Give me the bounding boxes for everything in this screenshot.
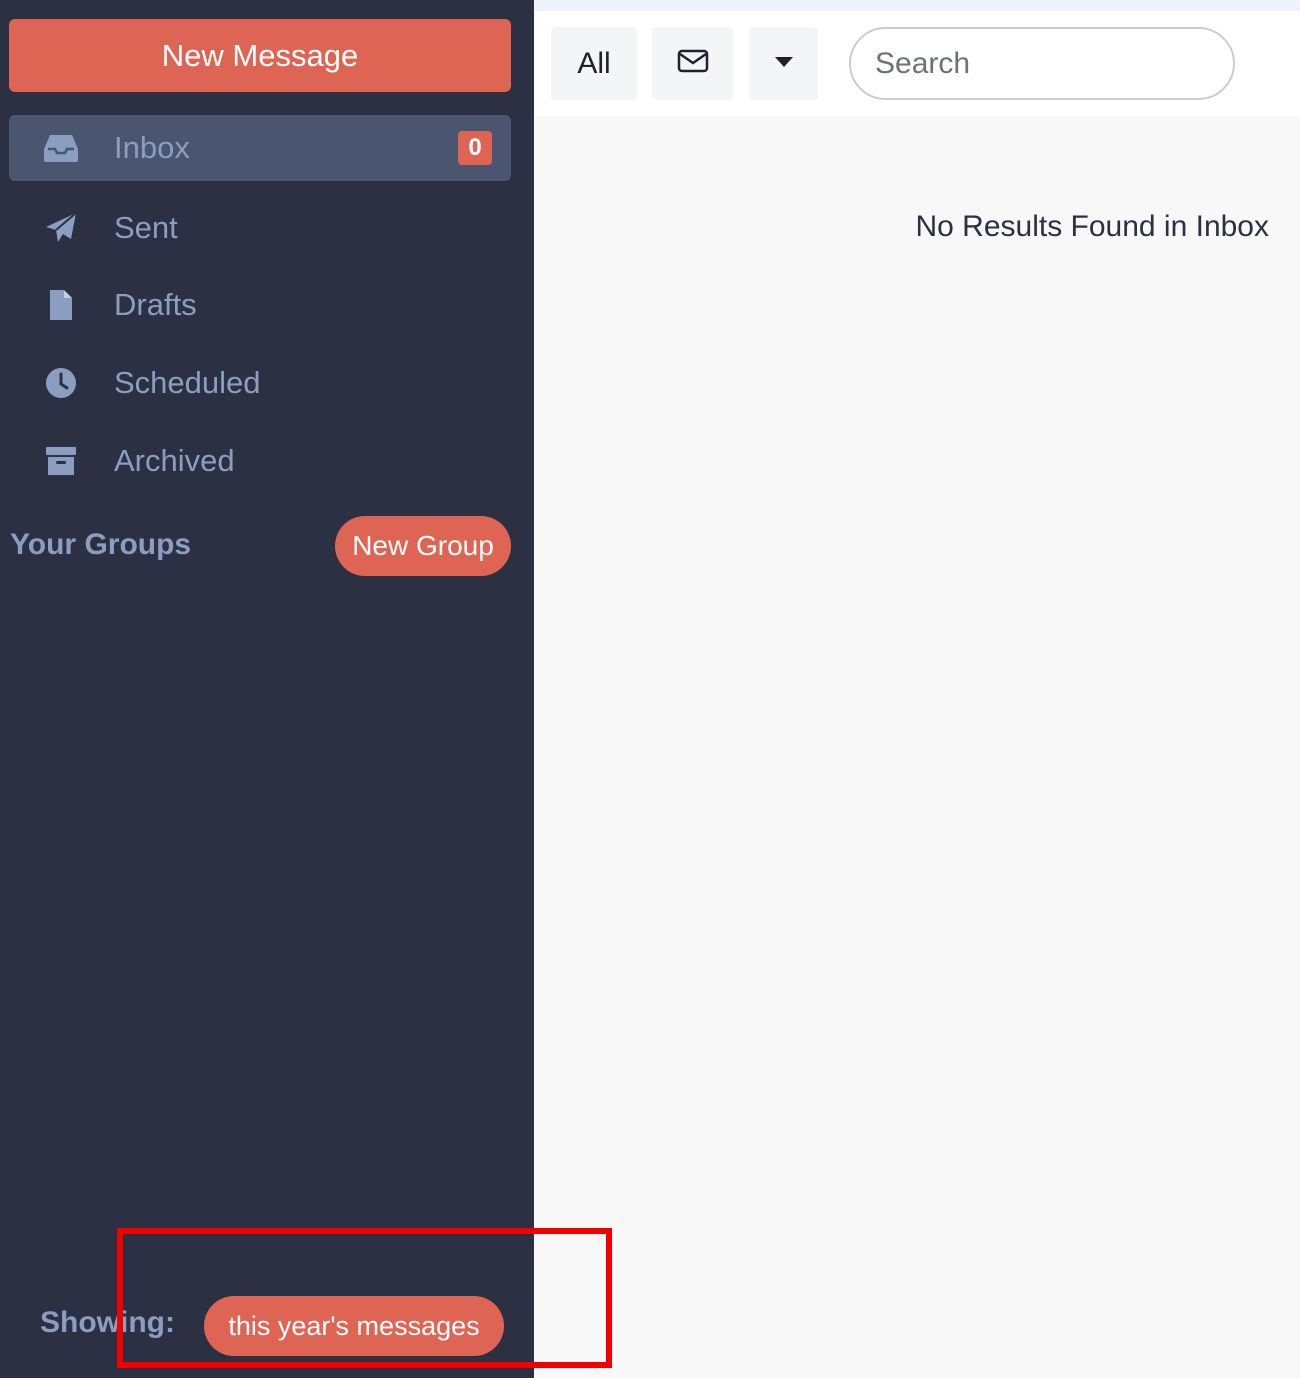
sidebar-item-scheduled[interactable]: Scheduled bbox=[9, 350, 511, 416]
archive-icon bbox=[43, 443, 79, 479]
file-icon bbox=[43, 287, 79, 323]
sidebar-item-archived[interactable]: Archived bbox=[9, 428, 511, 494]
top-strip bbox=[535, 0, 1300, 11]
toolbar: All bbox=[535, 11, 1300, 116]
sidebar-item-label: Archived bbox=[114, 443, 235, 478]
showing-label: Showing: bbox=[40, 1306, 175, 1339]
sidebar-item-sent[interactable]: Sent bbox=[9, 195, 511, 261]
mark-read-button[interactable] bbox=[652, 27, 733, 100]
all-filter-button[interactable]: All bbox=[551, 27, 637, 100]
caret-down-icon bbox=[774, 55, 794, 73]
clock-icon bbox=[43, 365, 79, 401]
inbox-icon bbox=[43, 130, 79, 166]
new-group-button[interactable]: New Group bbox=[335, 516, 511, 576]
inbox-count-badge: 0 bbox=[458, 131, 492, 165]
search-input[interactable] bbox=[849, 27, 1235, 100]
filter-dropdown-button[interactable] bbox=[749, 27, 818, 100]
sidebar-item-drafts[interactable]: Drafts bbox=[9, 272, 511, 338]
main-panel: All No Results Found in Inbox bbox=[535, 0, 1300, 1378]
showing-filter-button[interactable]: this year's messages bbox=[204, 1296, 504, 1356]
paper-plane-icon bbox=[43, 210, 79, 246]
groups-heading: Your Groups bbox=[10, 528, 192, 561]
sidebar-item-inbox[interactable]: Inbox 0 bbox=[9, 115, 511, 181]
sidebar: New Message Inbox 0 Sent Drafts Schedule… bbox=[0, 0, 534, 1378]
sidebar-item-label: Drafts bbox=[114, 287, 197, 322]
sidebar-item-label: Sent bbox=[114, 210, 178, 245]
new-message-button[interactable]: New Message bbox=[9, 19, 511, 92]
envelope-icon bbox=[677, 49, 709, 78]
sidebar-item-label: Inbox bbox=[114, 130, 190, 165]
empty-state-message: No Results Found in Inbox bbox=[915, 210, 1269, 243]
sidebar-item-label: Scheduled bbox=[114, 365, 261, 400]
